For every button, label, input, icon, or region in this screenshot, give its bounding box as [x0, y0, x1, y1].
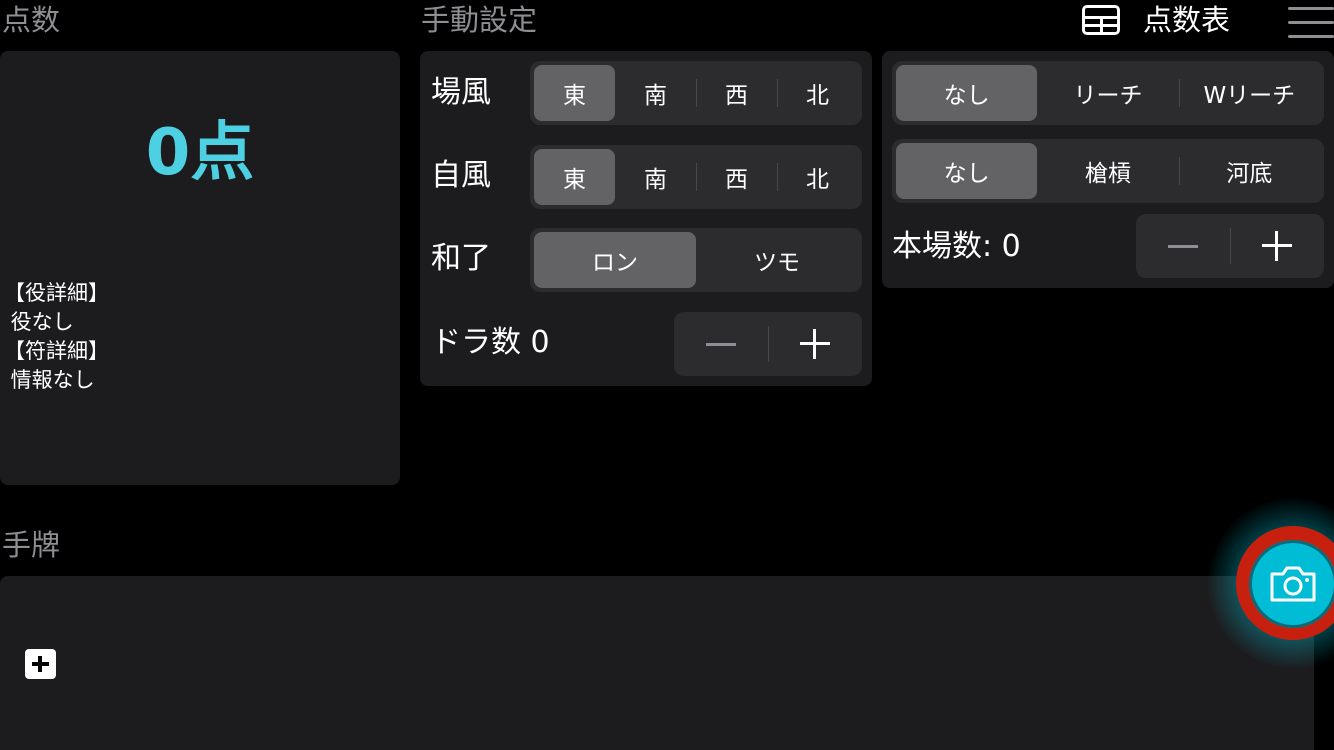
- round-wind-label: 場風: [431, 75, 491, 110]
- riichi-riichi[interactable]: リーチ: [1037, 65, 1178, 121]
- honba-decrement-button[interactable]: [1136, 214, 1230, 278]
- dora-stepper: [674, 312, 862, 376]
- plus-square-icon[interactable]: [25, 649, 56, 679]
- win-type-selector: ロン ツモ: [530, 228, 862, 292]
- manual-settings-panel: 場風 東 南 西 北 自風 東 南 西 北 和了 ロン ツモ ドラ数 0: [420, 51, 872, 386]
- dora-increment-button[interactable]: [768, 312, 862, 376]
- score-panel: 0点 【役詳細】 役なし 【符詳細】 情報なし: [0, 51, 400, 485]
- win-type-tsumo[interactable]: ツモ: [696, 232, 858, 288]
- score-value: 0: [145, 116, 191, 190]
- seat-wind-south[interactable]: 南: [615, 149, 696, 205]
- round-wind-south[interactable]: 南: [615, 65, 696, 121]
- seat-wind-west[interactable]: 西: [696, 149, 777, 205]
- honba-label: 本場数:: [892, 229, 993, 264]
- round-wind-east[interactable]: 東: [534, 65, 615, 121]
- special-houtei[interactable]: 河底: [1178, 143, 1320, 199]
- riichi-selector: なし リーチ Wリーチ: [892, 61, 1324, 125]
- dora-value: 0: [530, 325, 550, 360]
- table-grid-icon[interactable]: [1082, 5, 1120, 35]
- special-chankan[interactable]: 槍槓: [1037, 143, 1178, 199]
- hand-panel: [0, 576, 1314, 750]
- camera-button[interactable]: [1249, 540, 1334, 628]
- honba-increment-button[interactable]: [1230, 214, 1324, 278]
- seat-wind-selector: 東 南 西 北: [530, 145, 862, 209]
- round-wind-north[interactable]: 北: [777, 65, 858, 121]
- score-section-title: 点数: [2, 3, 61, 37]
- win-type-ron[interactable]: ロン: [534, 232, 696, 288]
- score-unit: 点: [190, 116, 255, 190]
- dora-decrement-button[interactable]: [674, 312, 768, 376]
- score-detail: 【役詳細】 役なし 【符詳細】 情報なし: [4, 281, 109, 392]
- dora-count: ドラ数 0: [431, 323, 550, 363]
- seat-wind-north[interactable]: 北: [777, 149, 858, 205]
- extras-panel: なし リーチ Wリーチ なし 槍槓 河底 本場数: 0: [882, 51, 1334, 288]
- minus-icon: [706, 342, 736, 346]
- honba-value: 0: [1001, 229, 1021, 264]
- plus-icon: [800, 329, 830, 359]
- score-display: 0点: [0, 113, 400, 193]
- plus-icon: [1262, 231, 1292, 261]
- score-table-button[interactable]: 点数表: [1143, 0, 1230, 40]
- manual-section-title: 手動設定: [421, 3, 538, 37]
- round-wind-west[interactable]: 西: [696, 65, 777, 121]
- dora-label: ドラ数: [431, 325, 521, 360]
- hand-section-title: 手牌: [2, 528, 61, 562]
- hamburger-menu-icon[interactable]: [1288, 5, 1334, 38]
- special-win-selector: なし 槍槓 河底: [892, 139, 1324, 203]
- minus-icon: [1168, 244, 1198, 248]
- honba-stepper: [1136, 214, 1324, 278]
- honba-count: 本場数: 0: [892, 227, 1021, 267]
- special-none[interactable]: なし: [896, 143, 1038, 199]
- round-wind-selector: 東 南 西 北: [530, 61, 862, 125]
- seat-wind-east[interactable]: 東: [534, 149, 615, 205]
- riichi-double[interactable]: Wリーチ: [1178, 65, 1320, 121]
- camera-icon: [1270, 566, 1316, 602]
- seat-wind-label: 自風: [431, 158, 491, 193]
- win-type-label: 和了: [431, 241, 491, 276]
- riichi-none[interactable]: なし: [896, 65, 1038, 121]
